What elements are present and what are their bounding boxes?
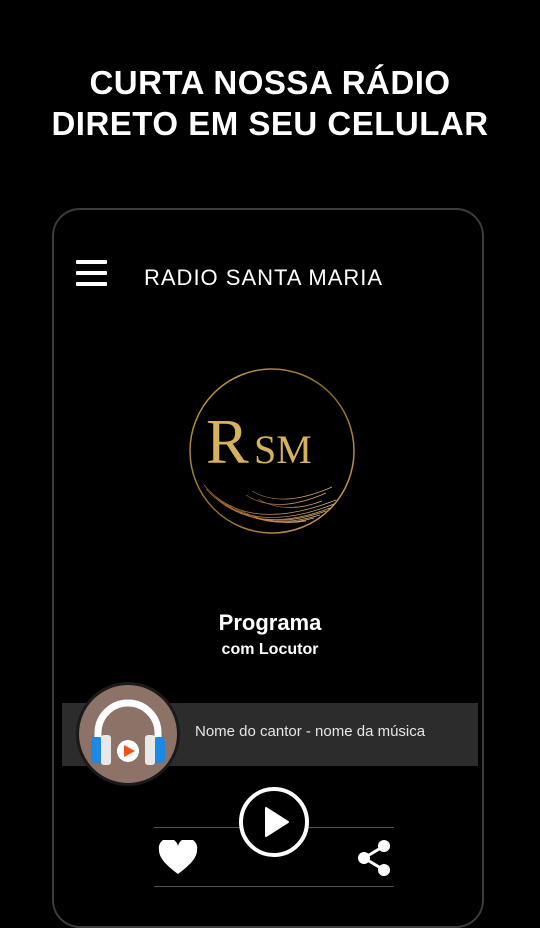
host-name: com Locutor [221, 641, 319, 658]
promo-headline: CURTA NOSSA RÁDIO DIRETO EM SEU CELULAR [0, 62, 540, 144]
favorite-button[interactable] [158, 838, 198, 876]
now-playing-text: Nome do cantor - nome da música [195, 723, 426, 740]
program-name: Programa [218, 610, 322, 635]
app-screen: RADIO SANTA MARIA R SM Programa com Locu… [54, 210, 482, 926]
headphones-icon [91, 699, 165, 765]
controls-divider-bottom [154, 886, 394, 887]
phone-frame: RADIO SANTA MARIA R SM Programa com Locu… [52, 208, 484, 928]
menu-button[interactable] [76, 260, 108, 290]
menu-icon [76, 260, 108, 286]
station-logo: R SM [186, 365, 358, 537]
app-title: RADIO SANTA MARIA [144, 265, 384, 290]
play-icon [239, 787, 309, 857]
svg-text:R: R [206, 406, 249, 477]
share-icon [358, 840, 390, 876]
now-playing-artwork [76, 682, 180, 786]
promo-line-1: CURTA NOSSA RÁDIO [89, 64, 451, 101]
svg-text:SM: SM [254, 427, 312, 472]
play-button[interactable] [238, 786, 310, 858]
share-button[interactable] [354, 838, 394, 878]
heart-icon [158, 838, 198, 874]
rsm-logo-icon: R SM [189, 368, 355, 534]
promo-line-2: DIRETO EM SEU CELULAR [51, 105, 489, 142]
